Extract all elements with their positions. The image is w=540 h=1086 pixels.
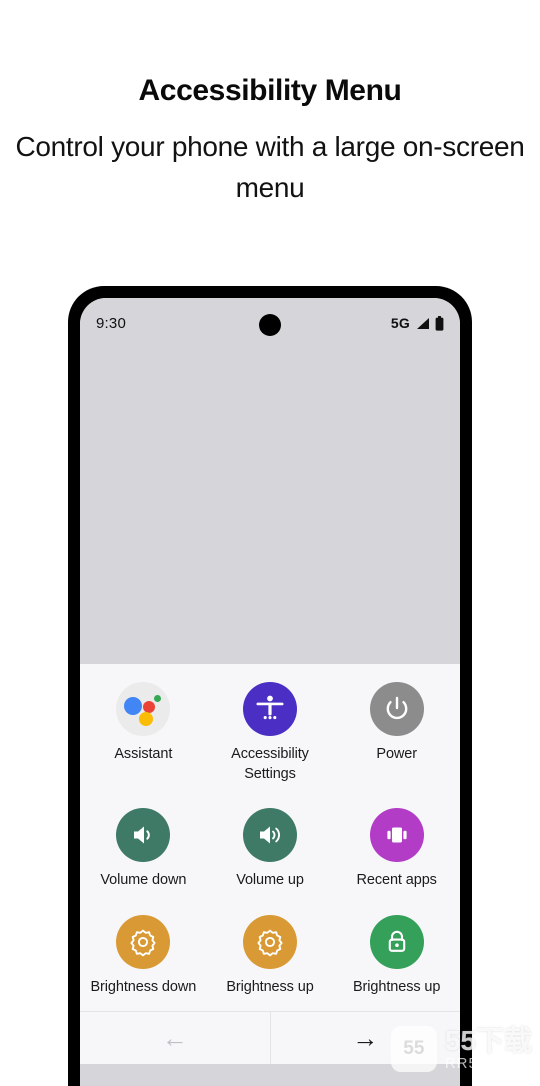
recent-apps-icon (369, 808, 424, 863)
menu-item-label: Brightness down (90, 978, 197, 995)
signal-bars-icon (417, 317, 429, 329)
page-header: Accessibility Menu Control your phone wi… (0, 0, 540, 208)
page-title: Accessibility Menu (138, 74, 402, 107)
page-subtitle: Control your phone with a large on-scree… (15, 131, 525, 203)
arrow-left-icon: ← (161, 1023, 188, 1054)
volume-down-icon (116, 808, 171, 863)
menu-item-accessibility-settings[interactable]: Accessibility Settings (207, 682, 334, 788)
menu-item-volume-down[interactable]: Volume down (80, 808, 207, 895)
phone-screen: 9:30 5G Assistant Accessibility Settings… (80, 298, 460, 1086)
menu-item-power[interactable]: Power (333, 682, 460, 788)
status-bar: 9:30 5G (80, 298, 460, 348)
google-assistant-icon (116, 682, 171, 736)
menu-item-label: Accessibility Settings (231, 746, 309, 782)
menu-item-label: Brightness up (352, 978, 441, 995)
power-icon (369, 682, 424, 736)
battery-full-icon (435, 315, 444, 331)
accessibility-person-icon (243, 682, 297, 736)
volume-up-icon (243, 808, 297, 863)
status-indicators: 5G (391, 315, 444, 331)
menu-item-volume-up[interactable]: Volume up (207, 808, 334, 895)
previous-page-button[interactable]: ← (80, 1012, 270, 1064)
menu-item-brightness-down[interactable]: Brightness down (80, 914, 207, 1002)
network-type-label: 5G (390, 315, 410, 331)
next-page-button[interactable]: → (269, 1012, 461, 1065)
menu-item-label: Brightness up (226, 978, 314, 995)
menu-item-label: Volume up (236, 872, 304, 889)
accessibility-menu-row: Volume down Volume up Recent apps (80, 808, 460, 895)
menu-item-label: Recent apps (356, 872, 437, 889)
brightness-sun-icon (243, 914, 297, 969)
menu-item-recent-apps[interactable]: Recent apps (333, 808, 460, 895)
front-camera-punch-hole-icon (259, 314, 281, 336)
accessibility-menu-row: Assistant Accessibility Settings Power (80, 682, 460, 788)
brightness-sun-icon (116, 914, 171, 969)
accessibility-menu-panel: Assistant Accessibility Settings Power V… (80, 664, 460, 1012)
phone-mockup: 9:30 5G Assistant Accessibility Settings… (68, 286, 472, 1086)
lock-icon (369, 914, 424, 969)
menu-item-label: Assistant (114, 746, 173, 762)
wallpaper-area (80, 348, 460, 664)
arrow-right-icon: → (352, 1023, 379, 1054)
menu-navigation-bar: ← → (80, 1011, 461, 1065)
accessibility-menu-row: Brightness down Brightness up Brightness… (80, 914, 460, 1002)
menu-item-lock-screen[interactable]: Brightness up (333, 914, 460, 1002)
menu-item-brightness-up[interactable]: Brightness up (207, 914, 334, 1002)
status-clock: 9:30 (96, 314, 126, 332)
menu-item-label: Power (376, 746, 417, 762)
menu-item-assistant[interactable]: Assistant (80, 682, 207, 788)
menu-item-label: Volume down (100, 872, 187, 889)
